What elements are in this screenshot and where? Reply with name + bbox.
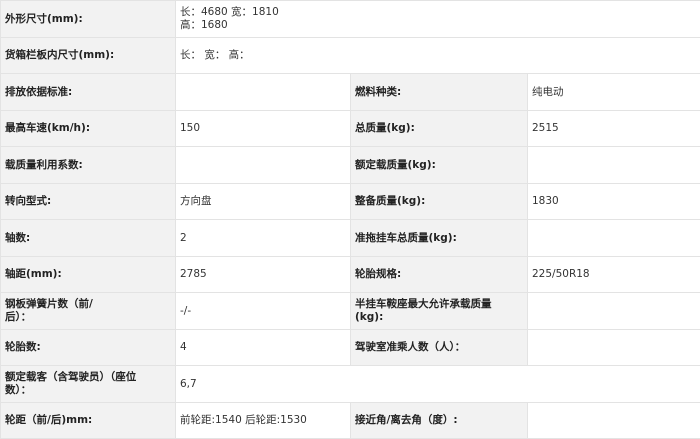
spec-label: 载质量利用系数: [0,146,176,184]
spec-value: 6,7 [174,365,700,403]
spec-label: 轴距(mm): [0,256,176,293]
vehicle-spec-table: 外形尺寸(mm): 长：4680 宽：1810 高：1680 货箱栏板内尺寸(m… [0,0,700,439]
spec-value: 长：4680 宽：1810 高：1680 [174,0,700,38]
spec-label: 轮距（前/后)mm: [0,402,176,439]
spec-value: 2 [175,219,351,257]
spec-value: 1830 [526,183,700,220]
spec-label: 准拖挂车总质量(kg): [350,219,528,257]
spec-label: 额定载客（含驾驶员）（座位数）： [0,365,176,403]
spec-label: 轴数: [0,219,176,257]
spec-label: 外形尺寸(mm): [0,0,176,38]
spec-label-text: 钢板弹簧片数（前/后）： [5,298,93,323]
spec-value: 225/50R18 [526,256,700,293]
spec-value: 4 [175,329,351,366]
spec-label: 总质量(kg): [350,110,528,147]
spec-row: 转向型式: 方向盘 整备质量(kg): 1830 [0,183,700,220]
spec-label: 钢板弹簧片数（前/后）： [0,292,176,330]
spec-row: 排放依据标准: 燃料种类: 纯电动 [0,73,700,111]
spec-row: 钢板弹簧片数（前/后）： -/- 半挂车鞍座最大允许承载质量(kg): [0,292,700,330]
spec-label: 排放依据标准: [0,73,176,111]
spec-row: 载质量利用系数: 额定载质量(kg): [0,146,700,184]
spec-label: 货箱栏板内尺寸(mm): [0,37,176,74]
spec-row: 轴距(mm): 2785 轮胎规格: 225/50R18 [0,256,700,293]
spec-value [526,219,700,257]
spec-value: 2515 [526,110,700,147]
spec-value: 150 [175,110,351,147]
spec-label: 半挂车鞍座最大允许承载质量(kg): [350,292,528,330]
spec-label: 额定载质量(kg): [350,146,528,184]
spec-label: 轮胎规格: [350,256,528,293]
spec-value [526,146,700,184]
spec-value: 前轮距:1540 后轮距:1530 [175,402,351,439]
spec-row: 轮胎数: 4 驾驶室准乘人数（人）： [0,329,700,366]
spec-value: 纯电动 [526,73,700,111]
spec-label: 转向型式: [0,183,176,220]
spec-value: -/- [175,292,351,330]
spec-value [175,73,351,111]
spec-label: 驾驶室准乘人数（人）： [350,329,528,366]
spec-value: 方向盘 [175,183,351,220]
spec-row-passengers: 额定载客（含驾驶员）（座位数）： 6,7 [0,365,700,403]
spec-value: 长： 宽： 高： [174,37,700,74]
spec-label-text: 额定载客（含驾驶员）（座位数）： [5,371,137,396]
spec-value-text: 长：4680 宽：1810 高：1680 [180,6,279,31]
spec-row: 最高车速(km/h): 150 总质量(kg): 2515 [0,110,700,147]
spec-label-text: 半挂车鞍座最大允许承载质量(kg): [355,298,492,323]
spec-label: 燃料种类: [350,73,528,111]
spec-value [526,292,700,330]
spec-row: 轮距（前/后)mm: 前轮距:1540 后轮距:1530 接近角/离去角（度）: [0,402,700,439]
spec-value [526,402,700,439]
spec-value [526,329,700,366]
spec-label: 整备质量(kg): [350,183,528,220]
spec-value [175,146,351,184]
spec-row: 轴数: 2 准拖挂车总质量(kg): [0,219,700,257]
spec-row-cargo-box: 货箱栏板内尺寸(mm): 长： 宽： 高： [0,37,700,74]
spec-label: 最高车速(km/h): [0,110,176,147]
spec-value: 2785 [175,256,351,293]
spec-label: 轮胎数: [0,329,176,366]
spec-row-dimensions: 外形尺寸(mm): 长：4680 宽：1810 高：1680 [0,0,700,38]
spec-label: 接近角/离去角（度）: [350,402,528,439]
